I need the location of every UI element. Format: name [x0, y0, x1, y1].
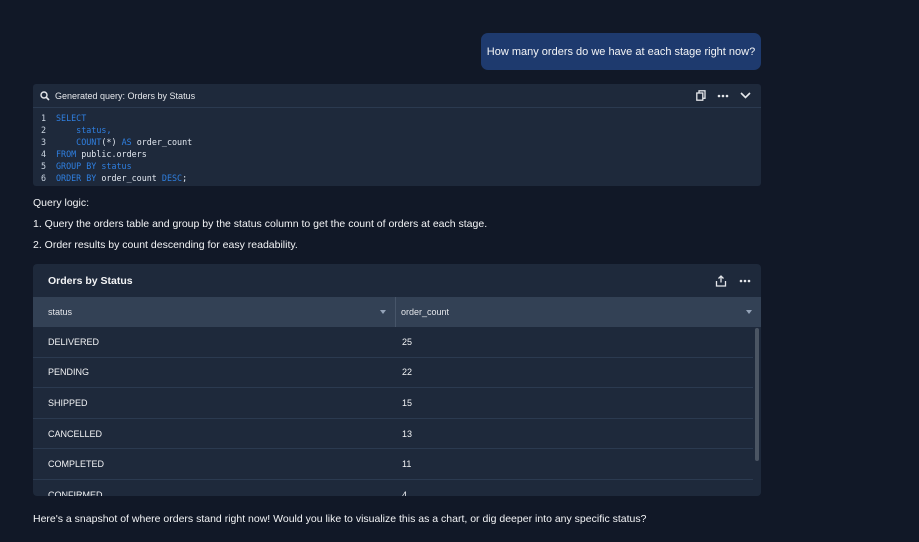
line-number: 3 [41, 137, 47, 147]
code-line: 4 FROM public.orders [41, 148, 761, 160]
search-icon [40, 90, 50, 101]
results-card: Orders by Status status order_count DELI… [33, 264, 761, 496]
order-count-cell: 13 [402, 428, 413, 439]
sort-caret-icon[interactable] [746, 310, 752, 314]
code-token: DESC [161, 173, 183, 183]
user-message-text: How many orders do we have at each stage… [486, 45, 756, 58]
status-cell: CANCELLED [48, 428, 103, 439]
copy-icon[interactable] [696, 90, 706, 101]
query-card-title: Generated query: Orders by Status [55, 90, 196, 101]
code-token: order_count [131, 137, 193, 147]
results-header: Orders by Status [33, 264, 761, 297]
results-title: Orders by Status [48, 274, 133, 287]
code-token: public.orders [76, 149, 147, 159]
code-token: SELECT [56, 113, 87, 123]
share-icon[interactable] [715, 274, 727, 287]
code-token: , [106, 125, 112, 135]
code-line: 6 ORDER BY order_count DESC; [41, 172, 761, 184]
column-header-label: order_count [401, 307, 450, 317]
sort-caret-icon[interactable] [380, 310, 386, 314]
line-number: 5 [41, 161, 47, 171]
line-number: 1 [41, 113, 47, 123]
code-line: 2 status, [41, 124, 761, 136]
code-token: status [96, 161, 132, 171]
query-logic-item: 2. Order results by count descending for… [33, 239, 298, 251]
status-cell: DELIVERED [48, 336, 100, 347]
table-row[interactable]: COMPLETED 11 [33, 449, 753, 480]
code-token: GROUP BY [56, 161, 97, 171]
assistant-closing-message: Here's a snapshot of where orders stand … [33, 513, 647, 525]
table-row[interactable]: SHIPPED 15 [33, 388, 753, 419]
order-count-cell: 4 [402, 489, 408, 496]
query-card-header: Generated query: Orders by Status [33, 84, 761, 108]
status-cell: CONFIRMED [48, 489, 103, 496]
code-line: 3 COUNT (*) AS order_count [41, 136, 761, 148]
status-cell: COMPLETED [48, 459, 105, 470]
table-row[interactable]: DELIVERED 25 [33, 327, 753, 358]
column-header-order-count[interactable]: order_count [396, 297, 761, 327]
table-row[interactable]: CONFIRMED 4 [33, 480, 753, 496]
code-token: status [76, 125, 107, 135]
code-line: 5 GROUP BY status [41, 160, 761, 172]
sql-code-block: 1 SELECT 2 status, 3 COUNT (*) AS order_coun… [33, 108, 761, 184]
more-icon[interactable] [717, 94, 729, 98]
table-scrollbar-thumb[interactable] [755, 328, 759, 461]
table-scrollbar[interactable] [753, 327, 761, 496]
line-number: 6 [41, 173, 47, 183]
query-logic-item: 1. Query the orders table and group by t… [33, 218, 488, 230]
query-logic-title: Query logic: [33, 197, 90, 209]
results-table-body[interactable]: DELIVERED 25 PENDING 22 SHIPPED 15 CANCELLED 13… [33, 327, 753, 496]
table-row[interactable]: CANCELLED 13 [33, 419, 753, 450]
column-header-label: status [48, 307, 73, 317]
line-number: 4 [41, 149, 47, 159]
code-token: ORDER BY [56, 173, 97, 183]
code-token: FROM [56, 149, 77, 159]
chevron-down-icon[interactable] [740, 92, 751, 99]
more-icon[interactable] [739, 279, 751, 283]
order-count-cell: 15 [402, 397, 413, 408]
results-table-header: status order_count [33, 297, 761, 327]
order-count-cell: 22 [402, 367, 413, 378]
code-token: (*) [101, 137, 122, 147]
code-token: ; [182, 173, 188, 183]
code-line: 1 SELECT [41, 112, 761, 124]
order-count-cell: 25 [402, 336, 413, 347]
order-count-cell: 11 [402, 459, 412, 470]
generated-query-card: Generated query: Orders by Status 1 SELEC… [33, 84, 761, 186]
code-token: AS [121, 137, 132, 147]
code-token: COUNT [76, 137, 102, 147]
line-number: 2 [41, 125, 47, 135]
table-row[interactable]: PENDING 22 [33, 358, 753, 389]
query-logic-list: 1. Query the orders table and group by t… [33, 218, 487, 260]
code-token: order_count [96, 173, 162, 183]
status-cell: SHIPPED [48, 397, 88, 408]
user-message-bubble: How many orders do we have at each stage… [481, 33, 761, 70]
status-cell: PENDING [48, 367, 90, 378]
column-header-status[interactable]: status [33, 297, 396, 327]
